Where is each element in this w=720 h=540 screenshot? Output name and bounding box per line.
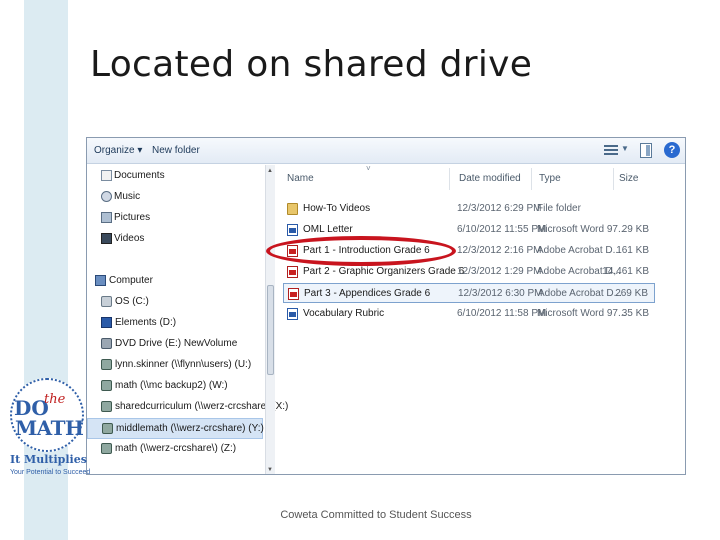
nav-item-x-drive[interactable]: sharedcurriculum (\\werz-crcshare) (X:) xyxy=(87,397,288,418)
nav-item-label: lynn.skinner (\\flynn\users) (U:) xyxy=(115,359,252,370)
help-icon[interactable]: ? xyxy=(664,142,680,158)
file-size: 161 KB xyxy=(616,245,649,256)
scroll-down-icon[interactable]: ▼ xyxy=(267,467,273,473)
folder-icon xyxy=(287,203,298,215)
file-type: File folder xyxy=(537,203,581,214)
column-header-type[interactable]: Type xyxy=(539,173,561,184)
file-name: OML Letter xyxy=(303,224,353,235)
nav-item-label: math (\\mc backup2) (W:) xyxy=(115,380,228,391)
navigation-scrollbar[interactable]: ▲ ▼ xyxy=(265,165,275,474)
file-name: Part 2 - Graphic Organizers Grade 6 xyxy=(303,266,465,277)
scrollbar-thumb[interactable] xyxy=(267,285,274,375)
word-document-icon xyxy=(287,308,298,320)
organize-button[interactable]: Organize ▾ xyxy=(94,145,142,156)
nav-item-label: DVD Drive (E:) NewVolume xyxy=(115,338,238,349)
logo-tagline: It Multiplies xyxy=(10,453,87,466)
slide-title: Located on shared drive xyxy=(90,44,533,85)
nav-item-elements-drive[interactable]: Elements (D:) xyxy=(87,313,263,334)
videos-icon xyxy=(101,233,112,244)
nav-item-label: Elements (D:) xyxy=(115,317,177,328)
do-the-math-logo: DO the MATH It Multiplies Your Potential… xyxy=(8,378,90,478)
dvd-drive-icon xyxy=(101,338,112,349)
file-name: Part 3 - Appendices Grade 6 xyxy=(304,288,431,299)
column-header-name[interactable]: Name xyxy=(287,173,314,184)
file-row-how-to-videos[interactable]: How-To Videos 12/3/2012 6:29 PM File fol… xyxy=(283,199,655,219)
change-view-icon[interactable] xyxy=(604,145,618,156)
column-divider[interactable] xyxy=(531,168,532,190)
explorer-toolbar: Organize ▾ New folder ▼ ? xyxy=(87,138,685,164)
nav-item-label: Videos xyxy=(114,233,145,244)
hard-drive-icon xyxy=(101,296,112,307)
nav-item-dvd-drive[interactable]: DVD Drive (E:) NewVolume xyxy=(87,334,263,355)
preview-pane-icon[interactable] xyxy=(640,143,652,158)
file-type: Adobe Acrobat D... xyxy=(538,288,622,299)
file-list: ˅ Name Date modified Type Size How-To Vi… xyxy=(277,164,685,474)
network-drive-icon xyxy=(101,380,112,391)
logo-the-text: the xyxy=(44,392,66,407)
file-date: 12/3/2012 6:29 PM xyxy=(457,203,542,214)
nav-item-u-drive[interactable]: lynn.skinner (\\flynn\users) (U:) xyxy=(87,355,263,376)
file-size: 14,461 KB xyxy=(602,266,649,277)
slide-footer: Coweta Committed to Student Success xyxy=(280,509,472,521)
navigation-pane: Documents Music Pictures Videos Computer… xyxy=(87,165,288,474)
file-name: How-To Videos xyxy=(303,203,371,214)
nav-item-label: Documents xyxy=(114,170,165,181)
network-drive-icon xyxy=(101,359,112,370)
nav-item-label: middlemath (\\werz-crcshare) (Y:) xyxy=(116,423,264,434)
sort-indicator-icon: ˅ xyxy=(366,164,371,173)
nav-item-videos[interactable]: Videos xyxy=(87,229,263,250)
logo-subline: Your Potential to Succeed xyxy=(10,469,91,476)
nav-item-y-drive[interactable]: middlemath (\\werz-crcshare) (Y:) xyxy=(87,418,264,439)
nav-item-w-drive[interactable]: math (\\mc backup2) (W:) xyxy=(87,376,263,397)
pdf-icon xyxy=(287,266,298,278)
file-explorer-window: Organize ▾ New folder ▼ ? Documents Musi… xyxy=(86,137,686,475)
view-options-chevron-icon[interactable]: ▼ xyxy=(621,144,629,153)
network-drive-icon xyxy=(102,423,113,434)
file-type: Microsoft Word 97... xyxy=(537,308,627,319)
column-divider[interactable] xyxy=(613,168,614,190)
scroll-up-icon[interactable]: ▲ xyxy=(267,168,273,174)
column-header-size[interactable]: Size xyxy=(619,173,638,184)
file-type: Adobe Acrobat D... xyxy=(537,245,621,256)
nav-item-label: Pictures xyxy=(114,212,151,223)
drive-icon xyxy=(101,317,112,328)
word-document-icon xyxy=(287,224,298,236)
new-folder-button[interactable]: New folder xyxy=(152,145,200,156)
highlight-oval xyxy=(266,236,456,266)
nav-item-documents[interactable]: Documents xyxy=(87,166,263,187)
file-date: 12/3/2012 6:30 PM xyxy=(458,288,543,299)
nav-item-label: sharedcurriculum (\\werz-crcshare) (X:) xyxy=(115,401,289,412)
documents-icon xyxy=(101,170,112,181)
pdf-icon xyxy=(288,288,299,300)
file-name: Vocabulary Rubric xyxy=(303,308,385,319)
file-size: 269 KB xyxy=(615,288,648,299)
file-date: 6/10/2012 11:58 PM xyxy=(457,308,547,319)
music-icon xyxy=(101,191,112,202)
file-size: 35 KB xyxy=(621,308,649,319)
file-date: 12/3/2012 2:16 PM xyxy=(457,245,542,256)
nav-item-pictures[interactable]: Pictures xyxy=(87,208,263,229)
column-divider[interactable] xyxy=(449,168,450,190)
nav-item-label: math (\\werz-crcshare\) (Z:) xyxy=(115,443,237,454)
file-row-vocabulary-rubric[interactable]: Vocabulary Rubric 6/10/2012 11:58 PM Mic… xyxy=(283,304,655,324)
network-drive-icon xyxy=(101,443,112,454)
network-drive-icon xyxy=(101,401,112,412)
pictures-icon xyxy=(101,212,112,223)
file-date: 12/3/2012 1:29 PM xyxy=(457,266,542,277)
computer-icon xyxy=(95,275,106,286)
nav-item-label: Music xyxy=(114,191,141,202)
file-size: 29 KB xyxy=(621,224,649,235)
file-type: Microsoft Word 97... xyxy=(537,224,627,235)
nav-item-label: Computer xyxy=(109,275,153,286)
nav-item-z-drive[interactable]: math (\\werz-crcshare\) (Z:) xyxy=(87,439,263,460)
logo-math-text: MATH xyxy=(15,416,84,440)
file-date: 6/10/2012 11:55 PM xyxy=(457,224,547,235)
file-row-part-3[interactable]: Part 3 - Appendices Grade 6 12/3/2012 6:… xyxy=(283,283,655,303)
nav-item-os-drive[interactable]: OS (C:) xyxy=(87,292,263,313)
nav-item-label: OS (C:) xyxy=(115,296,149,307)
nav-item-computer[interactable]: Computer xyxy=(87,271,263,292)
column-header-date[interactable]: Date modified xyxy=(459,173,521,184)
nav-item-music[interactable]: Music xyxy=(87,187,263,208)
